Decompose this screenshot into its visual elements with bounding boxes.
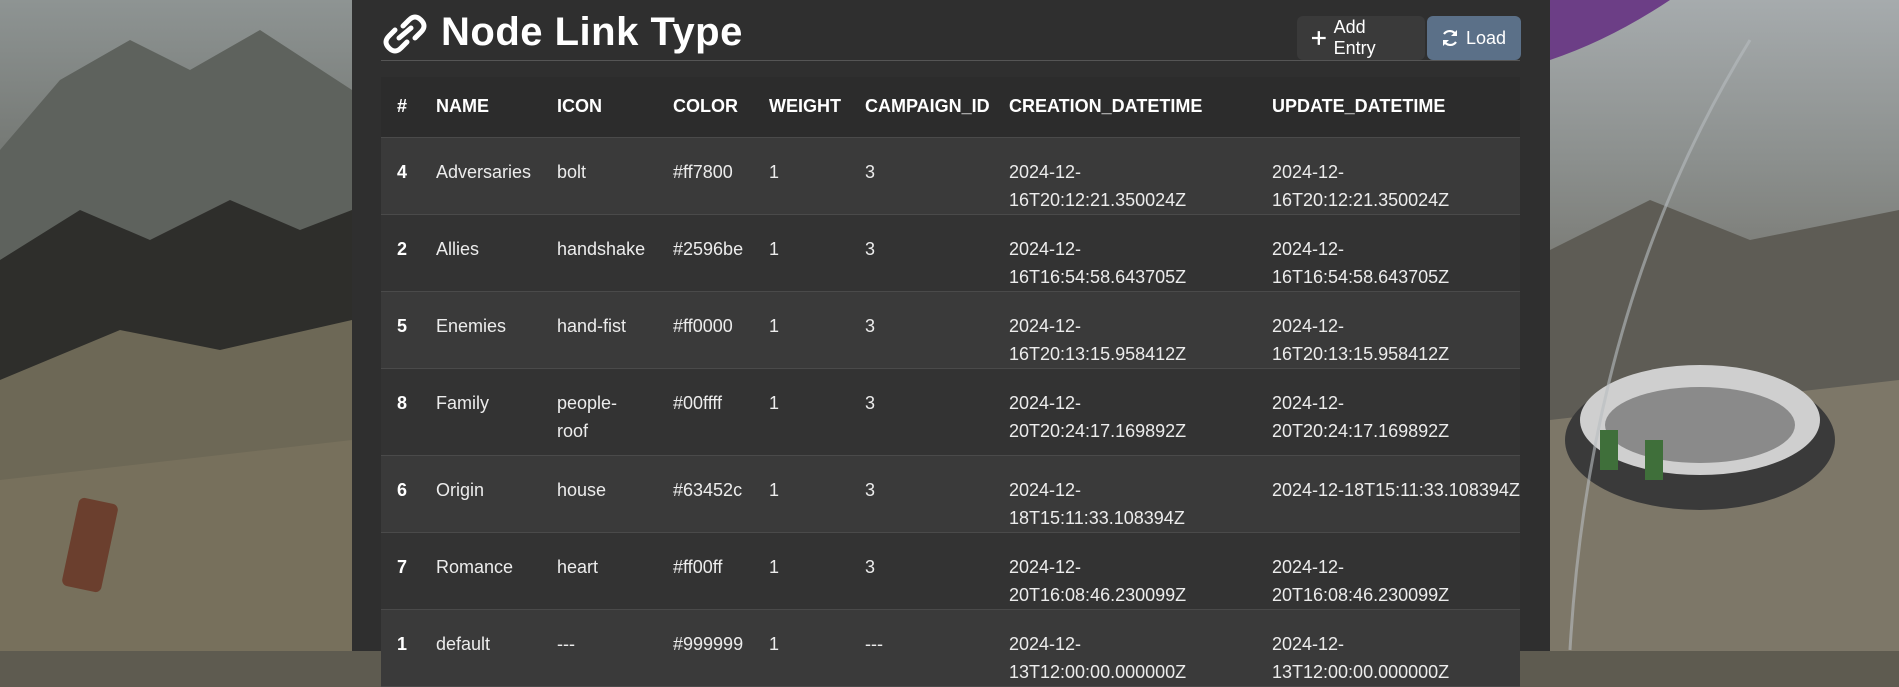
right-dome-art <box>1550 0 1899 651</box>
add-entry-label: Add Entry <box>1333 17 1376 58</box>
cell-name: Romance <box>420 532 541 610</box>
cell-campaign-id: 3 <box>849 291 993 369</box>
cell-campaign-id: 3 <box>849 532 993 610</box>
cell-update-datetime: 2024-12-16T20:12:21.350024Z <box>1256 137 1520 215</box>
cell-color: #999999 <box>657 609 753 687</box>
column-header-campaign-id[interactable]: CAMPAIGN_ID <box>849 77 993 138</box>
load-button[interactable]: Load <box>1427 16 1521 60</box>
cell-id: 6 <box>381 455 420 533</box>
table-row[interactable]: 1 default --- #999999 1 --- 2024-12-13T1… <box>381 609 1520 687</box>
cell-creation-datetime: 2024-12-20T16:08:46.230099Z <box>993 532 1256 610</box>
cell-creation-datetime: 2024-12-13T12:00:00.000000Z <box>993 609 1256 687</box>
cell-creation-datetime: 2024-12-16T16:54:58.643705Z <box>993 214 1256 292</box>
cell-campaign-id: 3 <box>849 214 993 292</box>
cell-weight: 1 <box>753 609 849 687</box>
cell-name: Family <box>420 368 541 456</box>
cell-color: #ff7800 <box>657 137 753 215</box>
cell-icon: heart <box>541 532 657 610</box>
cell-name: Enemies <box>420 291 541 369</box>
link-icon <box>383 14 427 54</box>
table-row[interactable]: 2 Allies handshake #2596be 1 3 2024-12-1… <box>381 214 1520 292</box>
cell-icon: hand-fist <box>541 291 657 369</box>
refresh-icon <box>1443 29 1457 47</box>
cell-weight: 1 <box>753 291 849 369</box>
table-header-row: # NAME ICON COLOR WEIGHT CAMPAIGN_ID CRE… <box>381 77 1520 138</box>
add-entry-button[interactable]: Add Entry <box>1297 16 1425 60</box>
column-header-creation-datetime[interactable]: CREATION_DATETIME <box>993 77 1256 138</box>
cell-color: #63452c <box>657 455 753 533</box>
cell-update-datetime: 2024-12-20T16:08:46.230099Z <box>1256 532 1520 610</box>
cell-update-datetime: 2024-12-20T20:24:17.169892Z <box>1256 368 1520 456</box>
load-label: Load <box>1466 27 1507 48</box>
cell-icon: people-roof <box>541 368 657 456</box>
cell-weight: 1 <box>753 368 849 456</box>
cell-name: Origin <box>420 455 541 533</box>
cell-icon: handshake <box>541 214 657 292</box>
cell-icon: house <box>541 455 657 533</box>
page-title: Node Link Type <box>441 10 743 54</box>
column-header-name[interactable]: NAME <box>420 77 541 138</box>
table-row[interactable]: 7 Romance heart #ff00ff 1 3 2024-12-20T1… <box>381 532 1520 610</box>
cell-creation-datetime: 2024-12-18T15:11:33.108394Z <box>993 455 1256 533</box>
cell-id: 7 <box>381 532 420 610</box>
column-header-weight[interactable]: WEIGHT <box>753 77 849 138</box>
cell-creation-datetime: 2024-12-20T20:24:17.169892Z <box>993 368 1256 456</box>
column-header-update-datetime[interactable]: UPDATE_DATETIME <box>1256 77 1520 138</box>
cell-weight: 1 <box>753 455 849 533</box>
cell-name: Adversaries <box>420 137 541 215</box>
cell-icon: bolt <box>541 137 657 215</box>
cell-update-datetime: 2024-12-18T15:11:33.108394Z <box>1256 455 1520 533</box>
cell-campaign-id: 3 <box>849 455 993 533</box>
cell-id: 8 <box>381 368 420 456</box>
left-mountains-art <box>0 30 352 651</box>
cell-weight: 1 <box>753 532 849 610</box>
cell-update-datetime: 2024-12-13T12:00:00.000000Z <box>1256 609 1520 687</box>
cell-id: 2 <box>381 214 420 292</box>
cell-id: 4 <box>381 137 420 215</box>
cell-weight: 1 <box>753 137 849 215</box>
cell-creation-datetime: 2024-12-16T20:12:21.350024Z <box>993 137 1256 215</box>
table-row[interactable]: 5 Enemies hand-fist #ff0000 1 3 2024-12-… <box>381 291 1520 369</box>
cell-creation-datetime: 2024-12-16T20:13:15.958412Z <box>993 291 1256 369</box>
cell-update-datetime: 2024-12-16T16:54:58.643705Z <box>1256 214 1520 292</box>
cell-update-datetime: 2024-12-16T20:13:15.958412Z <box>1256 291 1520 369</box>
background-right-landscape <box>1550 0 1899 651</box>
cell-campaign-id: --- <box>849 609 993 687</box>
cell-id: 1 <box>381 609 420 687</box>
table-row[interactable]: 8 Family people-roof #00ffff 1 3 2024-12… <box>381 368 1520 456</box>
cell-color: #ff0000 <box>657 291 753 369</box>
background-left-landscape <box>0 0 352 651</box>
cell-campaign-id: 3 <box>849 368 993 456</box>
page-header: Node Link Type Add Entry Load <box>381 0 1521 61</box>
cell-icon: --- <box>541 609 657 687</box>
table-row[interactable]: 6 Origin house #63452c 1 3 2024-12-18T15… <box>381 455 1520 533</box>
cell-color: #2596be <box>657 214 753 292</box>
cell-campaign-id: 3 <box>849 137 993 215</box>
node-link-type-table: # NAME ICON COLOR WEIGHT CAMPAIGN_ID CRE… <box>381 77 1520 687</box>
cell-name: default <box>420 609 541 687</box>
cell-id: 5 <box>381 291 420 369</box>
cell-weight: 1 <box>753 214 849 292</box>
column-header-color[interactable]: COLOR <box>657 77 753 138</box>
cell-color: #ff00ff <box>657 532 753 610</box>
cell-name: Allies <box>420 214 541 292</box>
table-row[interactable]: 4 Adversaries bolt #ff7800 1 3 2024-12-1… <box>381 137 1520 215</box>
cell-color: #00ffff <box>657 368 753 456</box>
column-header-index[interactable]: # <box>381 77 420 138</box>
plus-icon <box>1311 31 1326 45</box>
column-header-icon[interactable]: ICON <box>541 77 657 138</box>
